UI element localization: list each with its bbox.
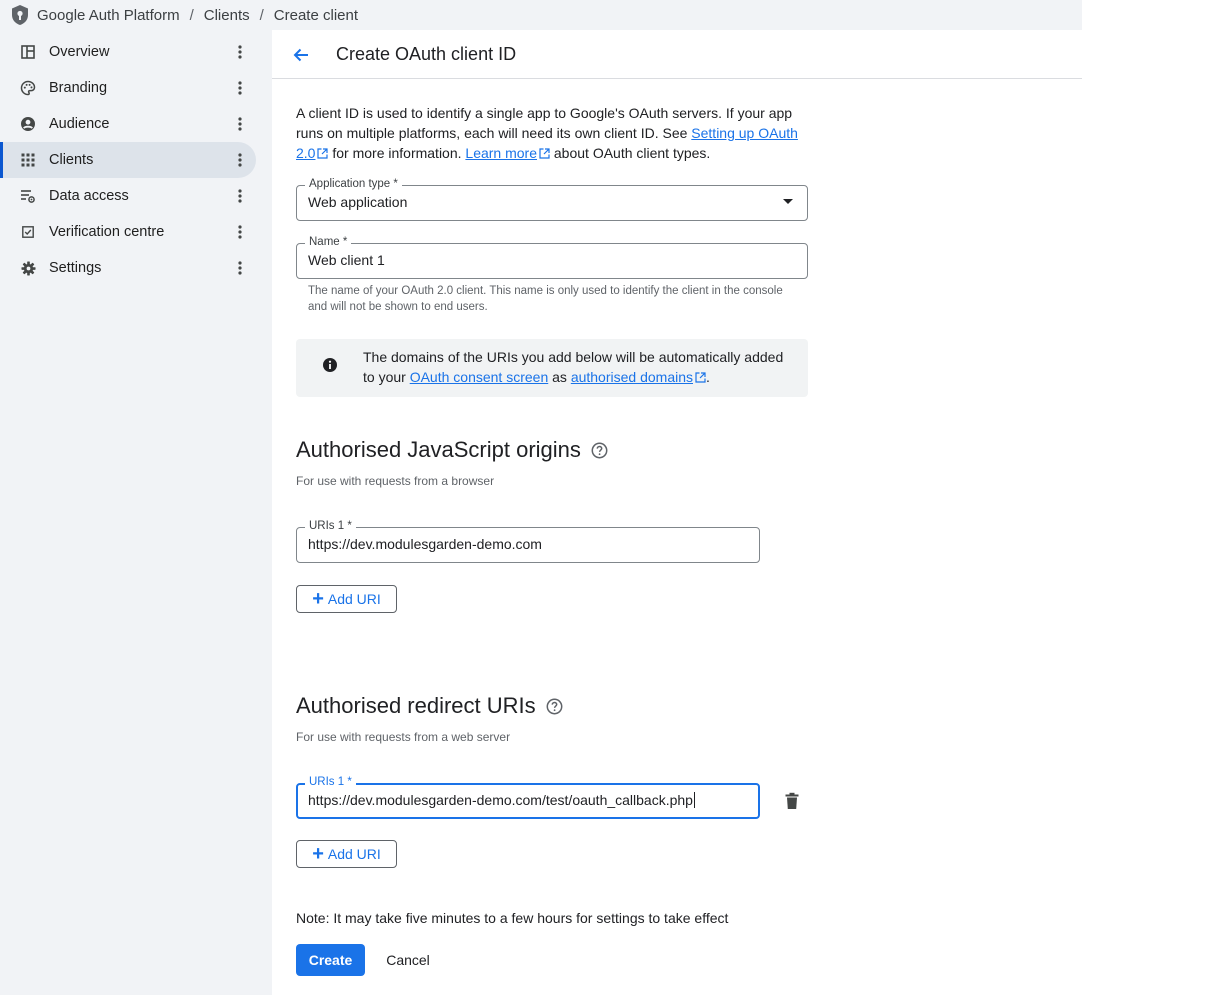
js-origin-uri-label: URIs 1 * [305, 519, 356, 533]
sidebar-item-label: Audience [49, 116, 110, 132]
redirect-uri-input[interactable]: URIs 1 * https://dev.modulesgarden-demo.… [296, 775, 760, 819]
intro-text-part: about OAuth client types. [550, 145, 711, 161]
palette-icon [20, 80, 36, 96]
more-vert-icon[interactable] [232, 78, 248, 98]
breadcrumb-item-clients[interactable]: Clients [204, 7, 250, 24]
external-link-icon[interactable] [695, 368, 706, 388]
gear-icon [20, 260, 36, 276]
more-vert-icon[interactable] [232, 114, 248, 134]
sidebar-item-label: Data access [49, 188, 129, 204]
page-title: Create OAuth client ID [336, 44, 517, 64]
add-js-origin-uri-button[interactable]: + Add URI [296, 585, 397, 613]
more-vert-icon[interactable] [232, 222, 248, 242]
application-type-select[interactable]: Application type * Web application [296, 177, 808, 221]
main-content: Create OAuth client ID A client ID is us… [272, 30, 1082, 995]
breadcrumb-item-platform[interactable]: Google Auth Platform [37, 7, 180, 24]
sidebar: Overview Branding Audience Clients Data … [0, 30, 272, 995]
back-arrow-icon[interactable] [290, 44, 312, 66]
more-vert-icon[interactable] [232, 186, 248, 206]
sidebar-item-label: Settings [49, 260, 102, 276]
redirect-uris-title: Authorised redirect URIs [296, 693, 563, 719]
sidebar-item-label: Verification centre [49, 224, 165, 240]
sidebar-item-label: Branding [49, 80, 108, 96]
redirect-uri-label: URIs 1 * [305, 775, 356, 789]
info-text-part: as [548, 369, 571, 385]
sidebar-item-label: Clients [49, 152, 94, 168]
intro-text: A client ID is used to identify a single… [296, 103, 816, 164]
js-origins-subtitle: For use with requests from a browser [296, 474, 495, 488]
create-button[interactable]: Create [296, 944, 365, 976]
external-link-icon[interactable] [539, 144, 550, 164]
redirect-uris-title-text: Authorised redirect URIs [296, 693, 536, 718]
add-redirect-uri-button[interactable]: + Add URI [296, 840, 397, 868]
redirect-uri-text: https://dev.modulesgarden-demo.com/test/… [308, 792, 693, 808]
dashboard-icon [20, 44, 36, 60]
active-indicator [0, 142, 3, 178]
authorised-domains-link[interactable]: authorised domains [571, 369, 693, 385]
name-field-label: Name * [305, 235, 352, 249]
redirect-uri-value: https://dev.modulesgarden-demo.com/test/… [308, 792, 695, 808]
js-origins-title: Authorised JavaScript origins [296, 437, 608, 463]
cancel-button[interactable]: Cancel [382, 944, 434, 976]
intro-text-part: for more information. [328, 145, 466, 161]
domains-info-box: The domains of the URIs you add below wi… [296, 339, 808, 397]
sidebar-item-clients[interactable]: Clients [0, 142, 256, 178]
application-type-value: Web application [308, 194, 408, 210]
breadcrumb: Google Auth Platform / Clients / Create … [0, 0, 1082, 30]
more-vert-icon[interactable] [232, 150, 248, 170]
dropdown-arrow-icon [783, 199, 793, 204]
breadcrumb-separator: / [189, 6, 194, 24]
verified-checkbox-icon [20, 224, 36, 240]
info-icon [322, 357, 338, 373]
info-text: The domains of the URIs you add below wi… [363, 347, 793, 388]
sidebar-item-label: Overview [49, 44, 110, 60]
js-origins-title-text: Authorised JavaScript origins [296, 437, 581, 462]
application-type-label: Application type * [305, 177, 402, 191]
name-field[interactable]: Name * Web client 1 [296, 235, 808, 279]
external-link-icon[interactable] [317, 144, 329, 164]
oauth-consent-screen-link[interactable]: OAuth consent screen [410, 369, 549, 385]
sidebar-item-settings[interactable]: Settings [0, 250, 256, 286]
name-field-hint: The name of your OAuth 2.0 client. This … [308, 285, 783, 313]
breadcrumb-separator: / [259, 6, 264, 24]
more-vert-icon[interactable] [232, 42, 248, 62]
text-caret [693, 792, 695, 808]
js-origin-uri-value: https://dev.modulesgarden-demo.com [308, 536, 542, 552]
learn-more-link[interactable]: Learn more [465, 145, 537, 161]
more-vert-icon[interactable] [232, 258, 248, 278]
js-origin-uri-input[interactable]: URIs 1 * https://dev.modulesgarden-demo.… [296, 519, 760, 563]
sidebar-item-data-access[interactable]: Data access [0, 178, 256, 214]
sidebar-item-overview[interactable]: Overview [0, 34, 256, 70]
name-field-value: Web client 1 [308, 252, 385, 268]
page-header: Create OAuth client ID [272, 30, 1082, 79]
add-uri-label: Add URI [327, 846, 381, 862]
help-icon[interactable] [546, 698, 563, 715]
delete-icon[interactable] [784, 792, 800, 810]
settings-note: Note: It may take five minutes to a few … [296, 910, 729, 926]
info-text-part: . [706, 369, 710, 385]
help-icon[interactable] [591, 442, 608, 459]
plus-icon: + [312, 843, 324, 865]
sidebar-item-verification-centre[interactable]: Verification centre [0, 214, 256, 250]
apps-grid-icon [20, 152, 36, 168]
sidebar-item-branding[interactable]: Branding [0, 70, 256, 106]
redirect-uris-subtitle: For use with requests from a web server [296, 730, 511, 744]
account-circle-icon [20, 116, 36, 132]
shield-icon [10, 4, 30, 26]
plus-icon: + [312, 588, 324, 610]
add-uri-label: Add URI [327, 591, 381, 607]
breadcrumb-item-create-client: Create client [273, 6, 359, 24]
sidebar-item-audience[interactable]: Audience [0, 106, 256, 142]
data-settings-icon [20, 188, 36, 204]
